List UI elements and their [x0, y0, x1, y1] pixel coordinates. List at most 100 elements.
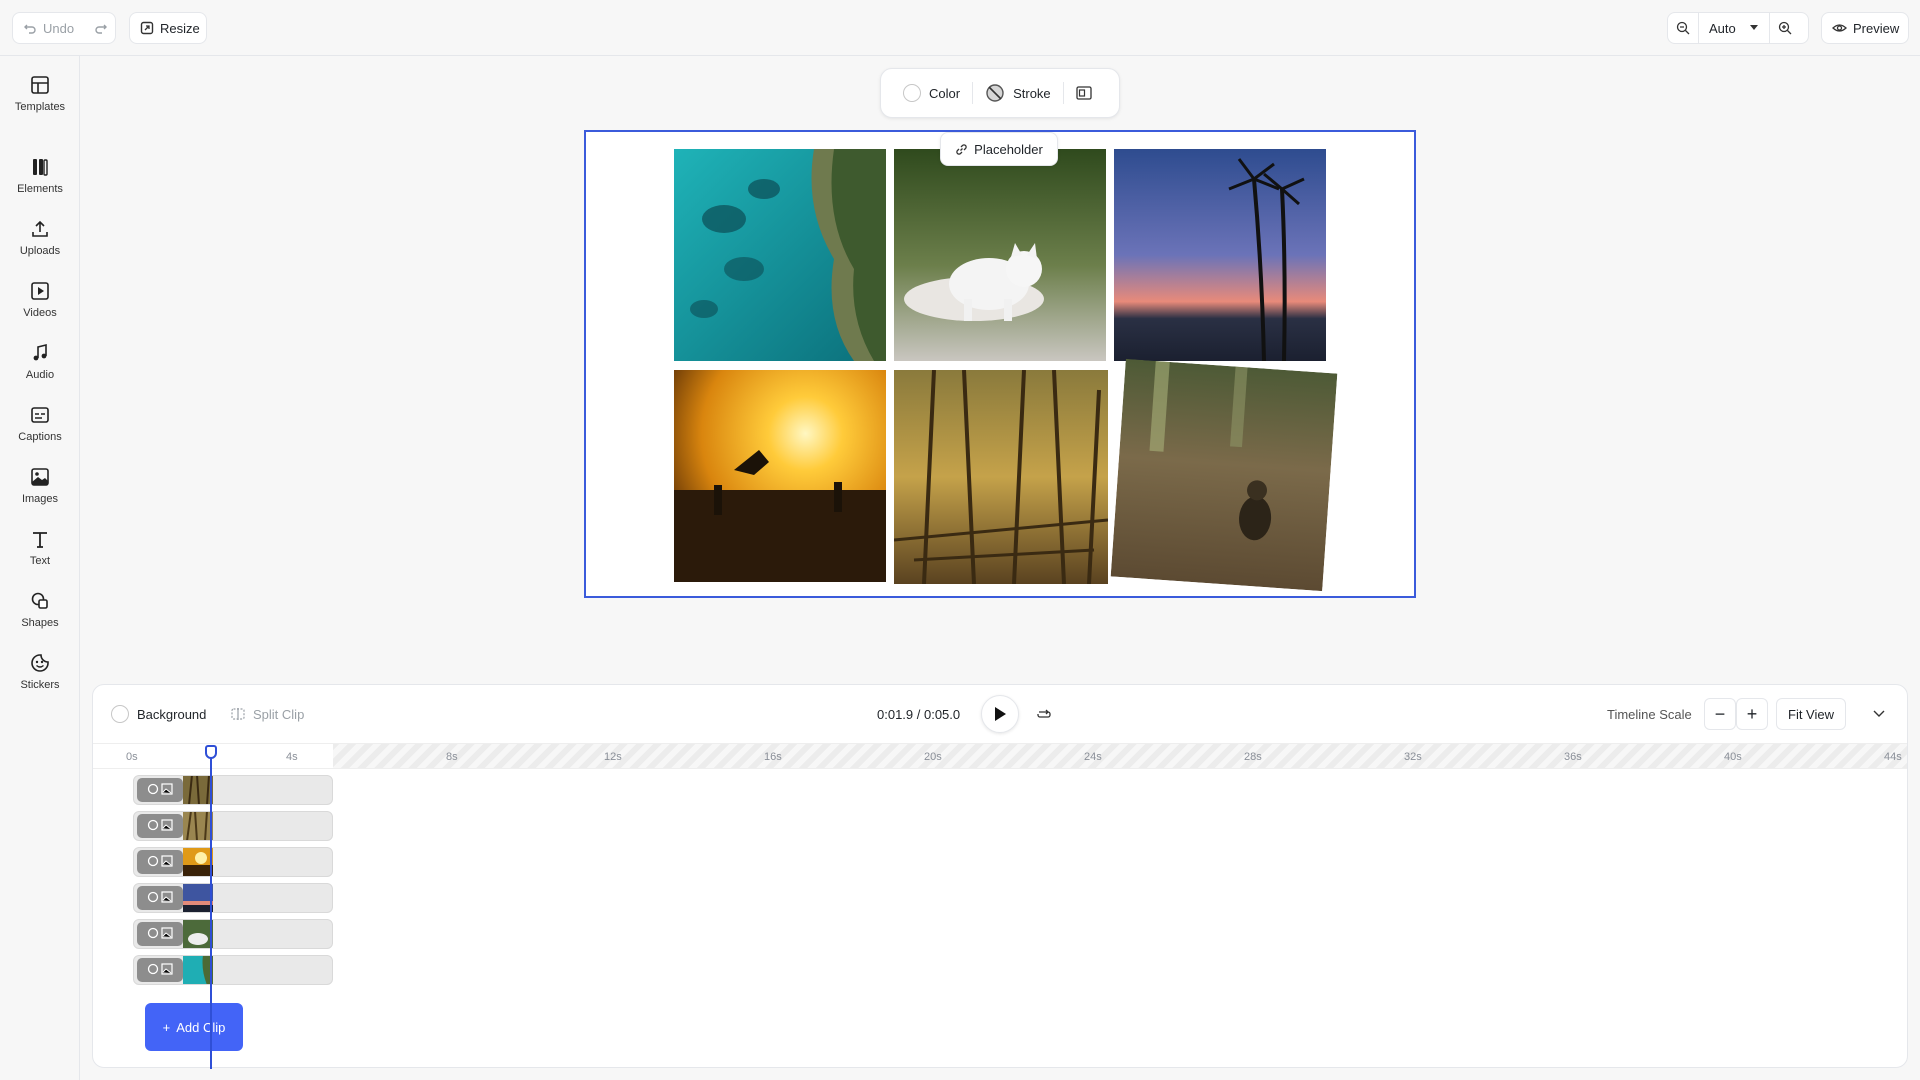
sidebar-item-uploads[interactable]: Uploads — [0, 210, 80, 266]
captions-icon — [30, 405, 50, 425]
zoom-in-icon — [1778, 21, 1792, 35]
preview-group: Preview — [1821, 12, 1909, 44]
color-button[interactable]: Color — [891, 76, 972, 110]
collapse-timeline-button[interactable] — [1873, 699, 1885, 729]
clip-thumbnail — [183, 956, 213, 984]
track-controls[interactable] — [137, 778, 183, 802]
time-display-text: 0:01.9 / 0:05.0 — [877, 706, 961, 722]
time-ruler[interactable]: 0s 4s 8s 12s 16s 20s 24s 28s 32s 36s 40s… — [93, 743, 1907, 769]
tick-label: 8s — [446, 751, 458, 763]
image-type-icon — [161, 926, 173, 942]
track-controls[interactable] — [137, 814, 183, 838]
caret-down-icon — [1749, 24, 1759, 32]
clip-thumbnail — [183, 812, 213, 840]
clip-track[interactable] — [133, 847, 333, 877]
track-controls[interactable] — [137, 958, 183, 982]
image-type-icon — [161, 890, 173, 906]
clip-thumbnail — [183, 848, 213, 876]
tick-label: 32s — [1404, 751, 1422, 763]
sidebar-item-label: Uploads — [19, 245, 61, 257]
layout-button[interactable] — [1064, 76, 1104, 110]
tick-label: 16s — [764, 751, 782, 763]
clip-track[interactable] — [133, 955, 333, 985]
zoom-out-button[interactable] — [1668, 13, 1698, 43]
sidebar-item-templates[interactable]: Templates — [0, 66, 80, 122]
scale-increase-button[interactable]: + — [1736, 698, 1768, 730]
sidebar-item-text[interactable]: Text — [0, 520, 80, 576]
sidebar-item-shapes[interactable]: Shapes — [0, 582, 80, 638]
add-clip-button[interactable]: + Add Clip — [145, 1003, 243, 1051]
clip-thumbnail — [183, 920, 213, 948]
sidebar-item-captions[interactable]: Captions — [0, 396, 80, 452]
plus-icon: + — [162, 1019, 171, 1035]
undo-label: Undo — [43, 20, 75, 36]
color-label: Color — [929, 85, 961, 101]
stroke-button[interactable]: Stroke — [973, 76, 1063, 110]
photo-palm-sunset[interactable] — [1114, 149, 1326, 361]
link-icon — [955, 143, 968, 156]
playhead-handle[interactable] — [205, 745, 217, 759]
elements-icon — [30, 157, 50, 177]
split-clip-button[interactable]: Split Clip — [231, 699, 304, 729]
scale-decrease-button[interactable]: − — [1704, 698, 1736, 730]
sidebar-item-elements[interactable]: Elements — [0, 148, 80, 204]
photo-aerial-coast[interactable] — [674, 149, 886, 361]
clip-track[interactable] — [133, 811, 333, 841]
track-controls[interactable] — [137, 922, 183, 946]
zoom-in-button[interactable] — [1770, 13, 1800, 43]
redo-button[interactable] — [84, 13, 118, 43]
photo-forest[interactable] — [894, 370, 1108, 584]
clip-track[interactable] — [133, 883, 333, 913]
background-button[interactable]: Background — [111, 699, 206, 729]
resize-label: Resize — [160, 20, 200, 36]
clip-track[interactable] — [133, 919, 333, 949]
play-icon — [993, 706, 1007, 722]
background-swatch — [111, 705, 129, 723]
tick-label: 36s — [1564, 751, 1582, 763]
split-clip-label: Split Clip — [253, 706, 305, 722]
preview-button[interactable]: Preview — [1822, 13, 1909, 43]
video-icon — [30, 281, 50, 301]
resize-button[interactable]: Resize — [130, 13, 210, 43]
photo-skater-sunset[interactable] — [674, 370, 886, 582]
loop-button[interactable] — [1036, 699, 1052, 729]
track-controls[interactable] — [137, 886, 183, 910]
placeholder-button[interactable]: Placeholder — [940, 132, 1058, 166]
chevron-down-icon — [1873, 710, 1885, 718]
timeline-panel: Background Split Clip 0:01.9 / 0:05.0 Ti… — [92, 684, 1908, 1069]
shapes-icon — [30, 591, 50, 611]
eye-icon — [1832, 21, 1847, 35]
fit-view-label: Fit View — [1788, 706, 1834, 722]
timeline-scale-text: Timeline Scale — [1607, 706, 1692, 722]
clip-thumbnail — [183, 884, 213, 912]
visibility-icon — [147, 783, 159, 798]
play-button[interactable] — [981, 695, 1019, 733]
clip-track[interactable] — [133, 775, 333, 805]
fit-view-button[interactable]: Fit View — [1776, 698, 1846, 730]
image-type-icon — [161, 782, 173, 798]
visibility-icon — [147, 963, 159, 978]
sidebar-item-label: Images — [21, 493, 59, 505]
tick-label: 28s — [1244, 751, 1262, 763]
sidebar-item-label: Stickers — [20, 679, 60, 691]
sidebar-item-audio[interactable]: Audio — [0, 334, 80, 390]
sidebar-item-stickers[interactable]: Stickers — [0, 644, 80, 700]
placeholder-label: Placeholder — [974, 141, 1043, 157]
sidebar-item-label: Text — [29, 555, 51, 567]
design-canvas[interactable] — [584, 130, 1416, 598]
sidebar-item-label: Videos — [23, 307, 57, 319]
zoom-select[interactable]: Auto — [1699, 13, 1769, 43]
sidebar-item-videos[interactable]: Videos — [0, 272, 80, 328]
undo-icon — [23, 21, 37, 35]
track-controls[interactable] — [137, 850, 183, 874]
left-sidebar: Templates Elements Uploads Videos Audio … — [0, 56, 80, 1080]
image-icon — [30, 467, 50, 487]
music-note-icon — [30, 343, 50, 363]
background-label: Background — [137, 706, 207, 722]
sidebar-item-images[interactable]: Images — [0, 458, 80, 514]
undo-button[interactable]: Undo — [13, 13, 84, 43]
photo-white-kitten[interactable] — [894, 149, 1106, 361]
image-type-icon — [161, 962, 173, 978]
plus-icon: + — [1746, 703, 1758, 724]
photo-monkey[interactable] — [1110, 358, 1338, 592]
